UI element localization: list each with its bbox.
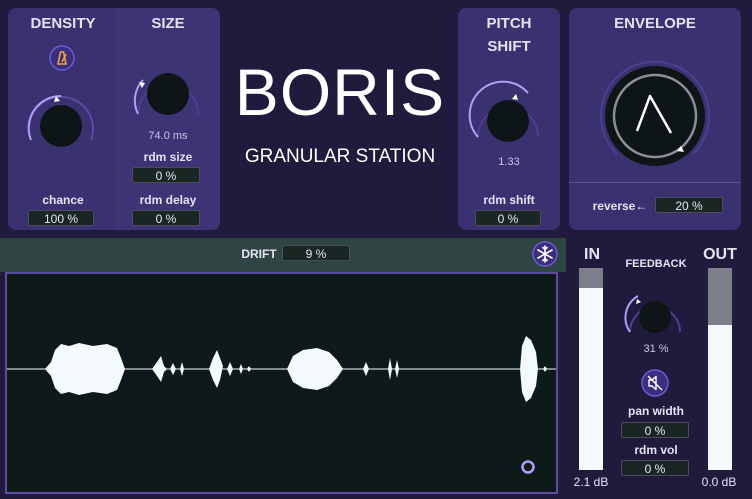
drift-field[interactable]: 9 % (282, 245, 350, 261)
chance-label: chance (42, 193, 84, 207)
rdm-vol-label: rdm vol (634, 443, 678, 457)
in-label: IN (584, 246, 600, 263)
feedback-label: FEEDBACK (625, 258, 687, 270)
in-meter-fill (579, 288, 603, 470)
pitch-value: 1.33 (498, 156, 520, 168)
size-title: SIZE (151, 15, 185, 32)
out-label: OUT (703, 246, 737, 263)
in-meter (579, 268, 603, 470)
size-value: 74.0 ms (148, 130, 188, 142)
in-value: 2.1 dB (573, 475, 609, 489)
snowflake-icon (532, 241, 558, 267)
envelope-knob[interactable] (597, 58, 713, 174)
playhead-ring-icon[interactable] (520, 459, 536, 475)
metronome-sync-button[interactable] (49, 45, 75, 71)
waveform (7, 336, 556, 402)
freeze-button[interactable] (532, 241, 558, 267)
rdm-shift-label: rdm shift (483, 193, 535, 207)
waveform-display[interactable] (5, 272, 558, 494)
pan-width-field[interactable]: 0 % (621, 422, 689, 438)
feedback-value: 31 % (643, 343, 669, 355)
rdm-delay-field[interactable]: 0 % (132, 210, 200, 226)
rdm-vol-field[interactable]: 0 % (621, 460, 689, 476)
speaker-mute-icon (641, 369, 669, 397)
brand-logo: BORIS (234, 55, 446, 129)
density-title: DENSITY (30, 15, 96, 32)
reverse-field[interactable]: 20 % (655, 197, 723, 213)
metronome-icon (49, 45, 75, 71)
chance-field[interactable]: 100 % (28, 210, 94, 226)
out-meter (708, 268, 732, 470)
drift-label: DRIFT (241, 247, 277, 261)
pan-width-label: pan width (628, 404, 684, 418)
rdm-size-label: rdm size (143, 150, 193, 164)
rdm-shift-field[interactable]: 0 % (475, 210, 541, 226)
pitch-title-line2: SHIFT (487, 38, 531, 55)
mute-button[interactable] (641, 369, 669, 397)
envelope-title: ENVELOPE (614, 15, 696, 32)
reverse-label: reverse← (592, 199, 648, 213)
out-meter-fill (708, 324, 732, 470)
density-knob[interactable] (18, 86, 104, 156)
brand-subtitle: GRANULAR STATION (244, 146, 436, 167)
size-knob[interactable] (126, 62, 210, 132)
envelope-divider (569, 182, 741, 183)
pitch-knob[interactable] (466, 80, 550, 155)
rdm-delay-label: rdm delay (139, 193, 197, 207)
feedback-knob[interactable] (620, 288, 690, 344)
rdm-size-field[interactable]: 0 % (132, 167, 200, 183)
pitch-title-line1: PITCH (486, 15, 532, 32)
out-value: 0.0 dB (701, 475, 737, 489)
